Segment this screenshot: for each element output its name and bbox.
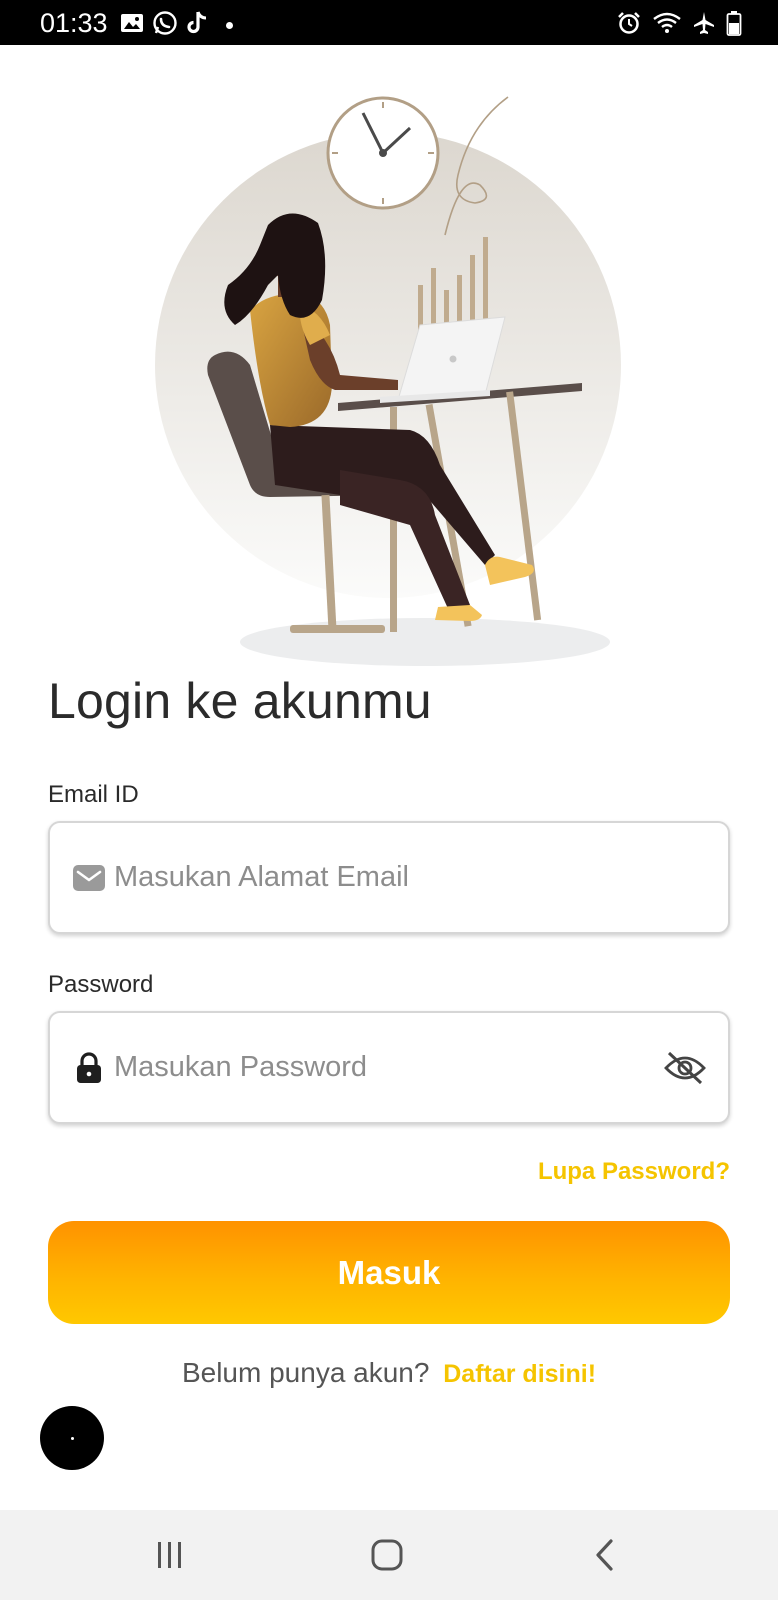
status-time: 01:33 <box>40 8 108 38</box>
back-icon[interactable] <box>575 1532 635 1578</box>
login-button[interactable]: Masuk <box>48 1221 730 1324</box>
email-label: Email ID <box>48 781 139 808</box>
wifi-icon <box>652 11 682 40</box>
navigation-bar <box>0 1510 778 1600</box>
battery-icon <box>726 10 742 41</box>
notification-dot-icon <box>226 22 233 29</box>
envelope-icon <box>72 861 106 895</box>
floating-action-button[interactable] <box>40 1406 104 1470</box>
forgot-password-link[interactable]: Lupa Password? <box>538 1158 730 1186</box>
hero-illustration <box>140 85 640 675</box>
signup-prompt: Belum punya akun? <box>181 1357 430 1388</box>
alarm-icon <box>616 10 642 41</box>
password-input[interactable] <box>114 1042 648 1093</box>
lock-icon <box>72 1051 106 1085</box>
email-input[interactable] <box>114 852 648 903</box>
dot-icon <box>70 1436 74 1440</box>
status-right-icons <box>616 10 742 41</box>
eye-off-icon[interactable] <box>662 1048 708 1088</box>
signup-row: Belum punya akun? Daftar disini! <box>0 1357 778 1389</box>
whatsapp-icon <box>152 10 178 41</box>
home-icon[interactable] <box>357 1532 417 1578</box>
tiktok-icon <box>186 10 210 41</box>
status-bar: 01:33 <box>0 0 778 45</box>
password-label: Password <box>48 971 154 998</box>
status-left-icons <box>120 10 233 41</box>
password-field-container[interactable] <box>48 1011 730 1124</box>
page-title: Login ke akunmu <box>48 673 432 729</box>
recent-apps-icon[interactable] <box>140 1532 200 1578</box>
email-field-container[interactable] <box>48 821 730 934</box>
signup-link[interactable]: Daftar disini! <box>443 1360 596 1388</box>
gallery-icon <box>120 12 144 39</box>
airplane-icon <box>692 11 716 40</box>
